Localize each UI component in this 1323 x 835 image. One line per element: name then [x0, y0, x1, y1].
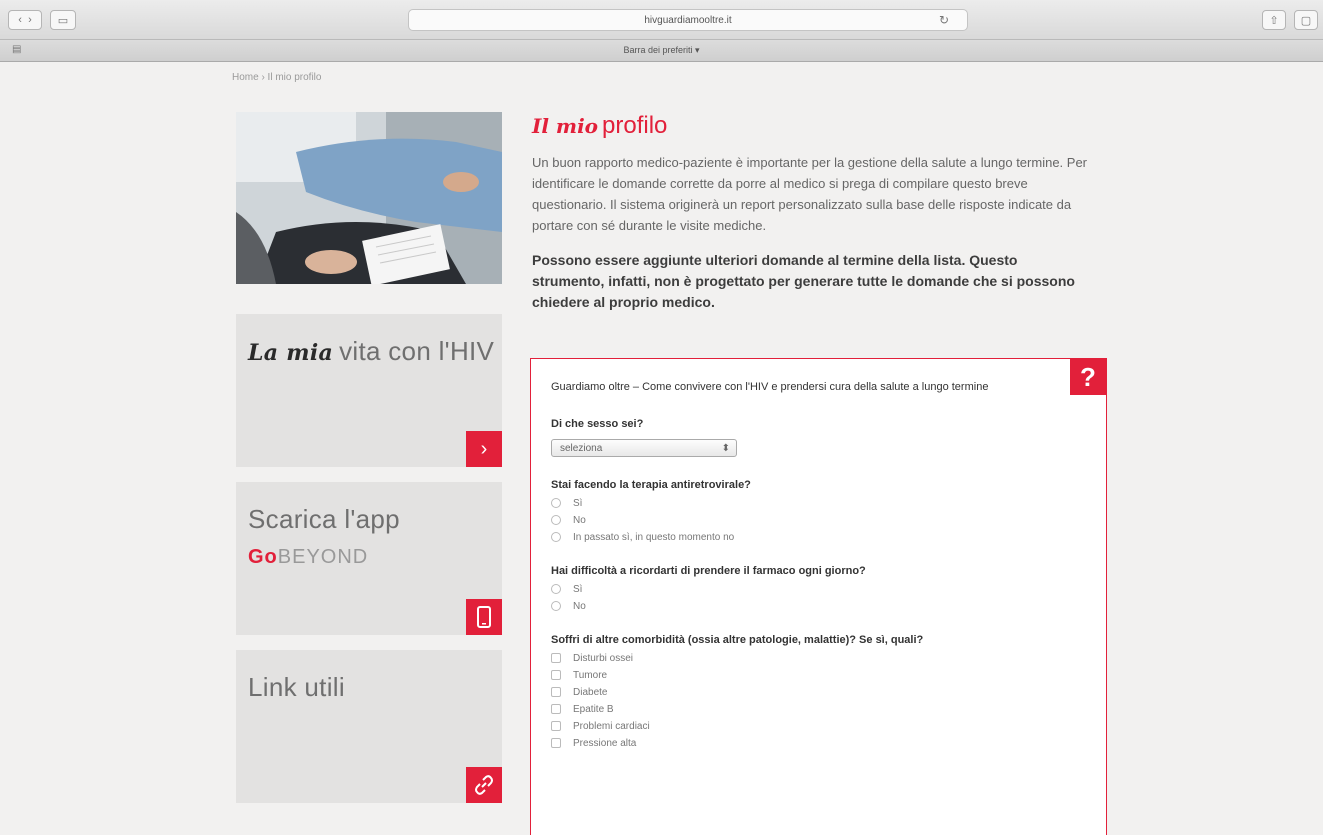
- back-forward-buttons[interactable]: ‹ ›: [8, 10, 42, 30]
- therapy-option-no[interactable]: No: [551, 514, 1084, 526]
- link-icon: [475, 775, 493, 795]
- browser-toolbar: ‹ › ▭ hivguardiamooltre.it ↻ ⇧ ▢: [0, 0, 1323, 40]
- sex-select[interactable]: seleziona ⬍: [551, 439, 737, 457]
- chevron-right-icon[interactable]: ›: [28, 14, 32, 26]
- checkbox[interactable]: [551, 687, 561, 697]
- chevron-right-icon: ›: [480, 437, 488, 460]
- card-life-script: La mia: [248, 340, 334, 366]
- checkbox[interactable]: [551, 738, 561, 748]
- chevron-left-icon[interactable]: ‹: [18, 14, 22, 26]
- therapy-options: Sì No In passato sì, in questo momento n…: [551, 497, 1084, 543]
- card-life-label: vita con l'HIV: [339, 336, 495, 366]
- comorbidity-option-bones[interactable]: Disturbi ossei: [551, 652, 1084, 664]
- url-text: hivguardiamooltre.it: [644, 14, 732, 26]
- sidebar-toggle-button[interactable]: ▭: [50, 10, 76, 30]
- checkbox[interactable]: [551, 653, 561, 663]
- help-icon[interactable]: ?: [1070, 359, 1106, 395]
- option-label: Epatite B: [573, 703, 614, 715]
- checkbox[interactable]: [551, 721, 561, 731]
- option-label: Sì: [573, 497, 583, 509]
- radio-button[interactable]: [551, 515, 561, 525]
- option-label: Pressione alta: [573, 737, 637, 749]
- tabs-icon: ▢: [1300, 14, 1312, 27]
- share-icon: ⇧: [1269, 14, 1279, 27]
- radio-button[interactable]: [551, 498, 561, 508]
- intro-paragraph: Un buon rapporto medico-paziente è impor…: [532, 155, 1088, 233]
- breadcrumb[interactable]: Home › Il mio profilo: [232, 72, 321, 83]
- comorbidity-option-hepatitis-b[interactable]: Epatite B: [551, 703, 1084, 715]
- address-bar[interactable]: hivguardiamooltre.it ↻: [408, 9, 968, 31]
- hero-photo-illustration: [236, 112, 502, 284]
- page-title: Il mio profilo: [532, 112, 1092, 140]
- question-comorbidity-label: Soffri di altre comorbidità (ossia altre…: [551, 634, 924, 646]
- gobeyond-logo: GoBEYOND: [248, 546, 368, 569]
- card-useful-links[interactable]: Link utili: [236, 650, 502, 803]
- comorbidity-option-diabetes[interactable]: Diabete: [551, 686, 1084, 698]
- comorbidity-option-hypertension[interactable]: Pressione alta: [551, 737, 1084, 749]
- card-life-arrow-button[interactable]: ›: [466, 431, 502, 467]
- bookmarks-menu[interactable]: Barra dei preferiti ▾: [0, 45, 1323, 56]
- reload-icon[interactable]: ↻: [939, 13, 949, 27]
- comorbidity-option-cardiac[interactable]: Problemi cardiaci: [551, 720, 1084, 732]
- gobeyond-logo-beyond: BEYOND: [277, 546, 369, 568]
- survey-title: Guardiamo oltre – Come convivere con l'H…: [551, 381, 989, 393]
- bookmarks-bar: ▤ Barra dei preferiti ▾: [0, 40, 1323, 62]
- card-download-app-title: Scarica l'app: [248, 504, 400, 534]
- option-label: Sì: [573, 583, 583, 595]
- adherence-option-yes[interactable]: Sì: [551, 583, 1084, 595]
- card-life-with-hiv[interactable]: La mia vita con l'HIV ›: [236, 314, 502, 467]
- option-label: Diabete: [573, 686, 608, 698]
- comorbidity-option-tumor[interactable]: Tumore: [551, 669, 1084, 681]
- card-useful-links-title: Link utili: [248, 672, 345, 702]
- card-download-app[interactable]: Scarica l'app GoBEYOND: [236, 482, 502, 635]
- adherence-options: Sì No: [551, 583, 1084, 612]
- smartphone-icon: [477, 606, 491, 628]
- option-label: Disturbi ossei: [573, 652, 634, 664]
- question-sex-label: Di che sesso sei?: [551, 418, 644, 430]
- card-app-button[interactable]: [466, 599, 502, 635]
- share-button[interactable]: ⇧: [1262, 10, 1286, 30]
- tabs-button[interactable]: ▢: [1294, 10, 1318, 30]
- select-arrows-icon: ⬍: [721, 442, 730, 454]
- checkbox[interactable]: [551, 704, 561, 714]
- page-title-main: profilo: [602, 112, 668, 139]
- checkbox[interactable]: [551, 670, 561, 680]
- therapy-option-yes[interactable]: Sì: [551, 497, 1084, 509]
- radio-button[interactable]: [551, 601, 561, 611]
- intro-bold-paragraph: Possono essere aggiunte ulteriori domand…: [532, 252, 1075, 310]
- adherence-option-no[interactable]: No: [551, 600, 1084, 612]
- comorbidity-options: Disturbi ossei Tumore Diabete Epatite B …: [551, 652, 1084, 749]
- question-therapy-label: Stai facendo la terapia antiretrovirale?: [551, 479, 751, 491]
- gobeyond-logo-go: Go: [248, 546, 278, 568]
- radio-button[interactable]: [551, 532, 561, 542]
- question-adherence-label: Hai difficoltà a ricordarti di prendere …: [551, 565, 866, 577]
- option-label: Problemi cardiaci: [573, 720, 650, 732]
- therapy-option-past[interactable]: In passato sì, in questo momento no: [551, 531, 1084, 543]
- page-title-script: Il mio: [532, 114, 599, 138]
- sex-select-value: seleziona: [560, 442, 603, 454]
- option-label: No: [573, 600, 586, 612]
- card-links-button[interactable]: [466, 767, 502, 803]
- card-life-with-hiv-title: La mia vita con l'HIV: [248, 336, 494, 367]
- option-label: Tumore: [573, 669, 608, 681]
- option-label: In passato sì, in questo momento no: [573, 531, 735, 543]
- survey-form: ? Guardiamo oltre – Come convivere con l…: [530, 358, 1107, 835]
- option-label: No: [573, 514, 586, 526]
- sidebar-icon: ▭: [57, 14, 69, 27]
- main-content: Il mio profilo Un buon rapporto medico-pa…: [532, 112, 1092, 313]
- hero-photo: [236, 112, 502, 284]
- radio-button[interactable]: [551, 584, 561, 594]
